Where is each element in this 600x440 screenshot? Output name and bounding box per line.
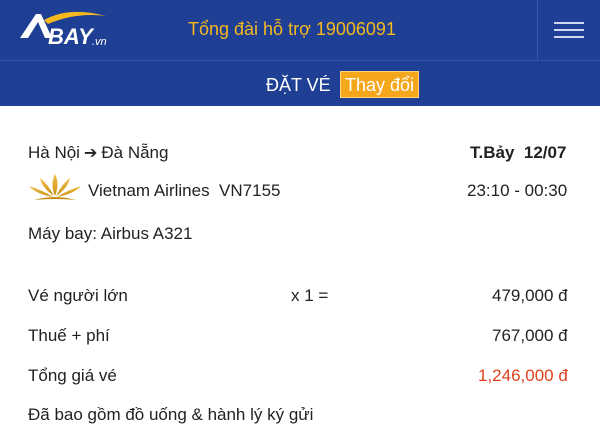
booking-bar: ĐẶT VÉ Thay đổi [0, 60, 600, 106]
flight-summary-card [6, 118, 594, 440]
logo-text: BAY [48, 24, 95, 49]
flight-time: 23:10 - 00:30 [467, 181, 568, 200]
aircraft-type: Máy bay: Airbus A321 [28, 224, 193, 243]
flight-number: VN7155 [219, 181, 281, 200]
total-label: Tổng giá vé [28, 366, 117, 385]
flight-date: T.Bảy 12/07 [470, 143, 566, 163]
airline-name: Vietnam Airlines [88, 181, 210, 200]
arrow-right-icon: ➔ [83, 145, 98, 162]
abay-logo[interactable]: BAY .vn [14, 8, 114, 50]
change-button[interactable]: Thay đổi [340, 71, 420, 98]
hamburger-menu-icon [554, 20, 584, 40]
top-header: BAY .vn Tổng đài hỗ trợ 19006091 [0, 0, 600, 60]
adult-ticket-label: Vé người lớn [28, 286, 128, 305]
origin-city: Hà Nội [28, 143, 80, 162]
tax-label: Thuế + phí [28, 326, 110, 345]
destination-city: Đà Nẵng [101, 143, 169, 162]
flight-date-value: 12/07 [523, 143, 567, 162]
vietnam-airlines-lotus-icon [29, 174, 81, 200]
route: Hà Nội ➔ Đà Nẵng [28, 143, 168, 163]
airline-info: Vietnam Airlines VN7155 [88, 181, 280, 201]
adult-quantity: x 1 = [291, 286, 329, 305]
flight-day: T.Bảy [470, 143, 515, 162]
menu-button[interactable] [537, 0, 600, 60]
booking-title: ĐẶT VÉ [266, 75, 331, 95]
hotline-text[interactable]: Tổng đài hỗ trợ 19006091 [188, 19, 396, 40]
included-note: Đã bao gồm đồ uống & hành lý ký gửi [28, 405, 314, 424]
logo-suffix: .vn [92, 36, 107, 48]
tax-price: 767,000 đ [492, 326, 568, 345]
total-price: 1,246,000 đ [478, 366, 568, 385]
adult-price: 479,000 đ [492, 286, 568, 305]
